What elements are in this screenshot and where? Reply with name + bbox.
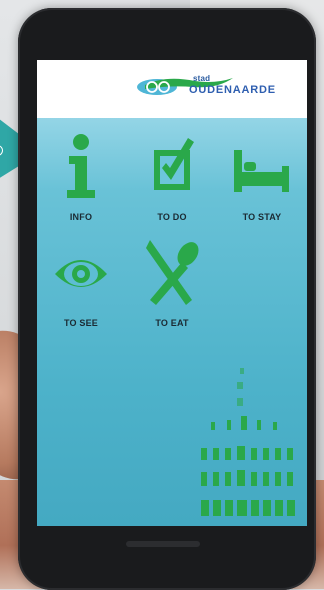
- eye-icon: [55, 260, 107, 287]
- menu-item-todo[interactable]: TO DO: [132, 132, 212, 242]
- menu-item-see[interactable]: TO SEE: [41, 238, 121, 348]
- menu-item-info[interactable]: INFO: [41, 132, 121, 242]
- menu-label-eat: TO EAT: [155, 318, 189, 328]
- menu-item-stay[interactable]: TO STAY: [222, 132, 302, 242]
- app-header: stad OUDENAARDE: [37, 60, 307, 118]
- menu-label-stay: TO STAY: [242, 212, 282, 222]
- app-screen: stad OUDENAARDE INFO TO DO TO STAY TO SE…: [37, 60, 307, 526]
- info-icon: [67, 134, 95, 198]
- logo-small-text: stad: [193, 74, 211, 83]
- menu-label-see: TO SEE: [63, 318, 99, 328]
- menu-label-info: INFO: [69, 212, 93, 222]
- city-hall-illustration: [201, 368, 295, 516]
- menu-item-eat[interactable]: TO EAT: [132, 238, 212, 348]
- city-logo: stad OUDENAARDE: [133, 72, 276, 108]
- logo-city-name: OUDENAARDE: [189, 84, 276, 96]
- bed-icon: [234, 150, 289, 192]
- menu-label-todo: TO DO: [157, 212, 187, 222]
- ring-icon: [0, 145, 3, 156]
- cutlery-icon: [146, 240, 199, 305]
- phone-bottom-edge: [126, 541, 200, 547]
- checkbox-icon: [154, 138, 194, 190]
